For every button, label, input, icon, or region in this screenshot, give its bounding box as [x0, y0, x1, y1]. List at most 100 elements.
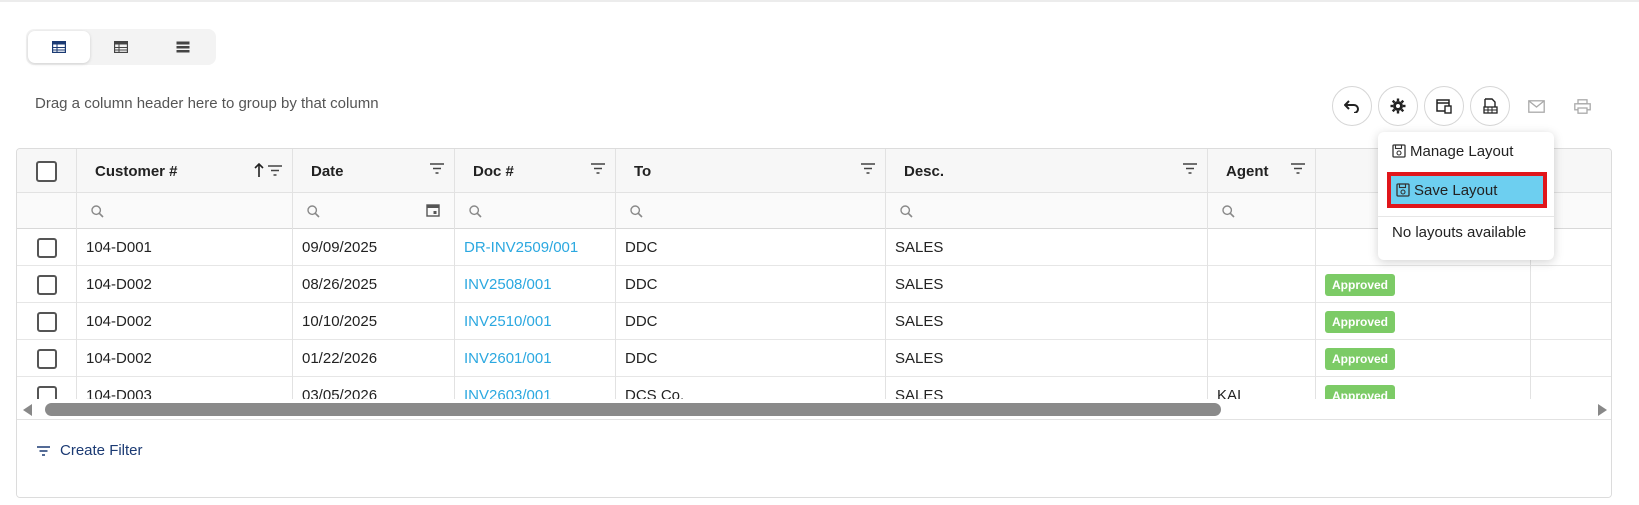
menu-divider: [1378, 216, 1554, 217]
filter-input-customer[interactable]: [77, 193, 293, 229]
undo-icon: [1344, 100, 1359, 113]
cell-doc-link[interactable]: DR-INV2509/001: [455, 229, 616, 266]
filter-input-desc[interactable]: [886, 193, 1208, 229]
cell-desc: SALES: [886, 266, 1208, 303]
column-header-to[interactable]: To: [616, 149, 886, 193]
filter-input-agent[interactable]: [1208, 193, 1316, 229]
select-all-checkbox[interactable]: [36, 160, 57, 182]
row-select-cell: [17, 266, 77, 303]
cell-to: DDC: [616, 340, 886, 377]
row-checkbox[interactable]: [36, 237, 57, 258]
scroll-left-arrow-icon[interactable]: [23, 404, 32, 416]
top-divider: [0, 0, 1639, 2]
filter-icon[interactable]: [430, 163, 444, 174]
cell-date: 01/22/2026: [293, 340, 455, 377]
search-icon: [900, 204, 913, 218]
cell-status: Approved: [1316, 266, 1531, 303]
column-header-label: Agent: [1226, 162, 1269, 180]
data-grid: Customer # Date Doc # To Desc. Agent 104…: [16, 148, 1612, 498]
manage-layout-label: Manage Layout: [1410, 142, 1514, 160]
cell-customer: 104-D001: [77, 229, 293, 266]
sort-ascending-icon: [254, 163, 264, 177]
column-header-agent[interactable]: Agent: [1208, 149, 1316, 193]
email-button[interactable]: [1516, 86, 1556, 126]
table-row[interactable]: 104-D001 09/09/2025 DR-INV2509/001 DDC S…: [17, 229, 1611, 266]
view-toggle-rows-button[interactable]: [152, 31, 214, 63]
cell-extra: [1531, 340, 1611, 377]
filter-icon[interactable]: [268, 164, 282, 176]
column-header-desc[interactable]: Desc.: [886, 149, 1208, 193]
row-checkbox[interactable]: [36, 348, 57, 369]
create-filter-button[interactable]: Create Filter: [37, 442, 143, 459]
email-icon: [1527, 99, 1545, 113]
save-layout-label: Save Layout: [1414, 181, 1498, 199]
column-header-doc[interactable]: Doc #: [455, 149, 616, 193]
manage-layout-item[interactable]: Manage Layout: [1392, 140, 1513, 162]
cell-agent: [1208, 229, 1316, 266]
table-row[interactable]: 104-D002 08/26/2025 INV2508/001 DDC SALE…: [17, 266, 1611, 303]
cell-doc-link[interactable]: INV2508/001: [455, 266, 616, 303]
cell-doc-link[interactable]: INV2601/001: [455, 340, 616, 377]
column-header-label: Date: [311, 162, 344, 180]
search-icon: [307, 204, 320, 218]
layout-menu: Manage Layout Save Layout No layouts ava…: [1378, 132, 1554, 260]
filter-input-date[interactable]: [293, 193, 455, 229]
filter-icon[interactable]: [1291, 163, 1305, 174]
filter-input-to[interactable]: [616, 193, 886, 229]
row-select-cell: [17, 340, 77, 377]
status-badge: Approved: [1325, 310, 1396, 333]
cell-agent: [1208, 303, 1316, 340]
scroll-right-arrow-icon[interactable]: [1598, 404, 1607, 416]
cell-doc-link[interactable]: INV2510/001: [455, 303, 616, 340]
row-select-cell: [17, 303, 77, 340]
horizontal-scrollbar[interactable]: [17, 399, 1611, 421]
grid-toolbar: [1332, 86, 1602, 126]
column-chooser-icon: [1436, 98, 1452, 114]
cell-date: 10/10/2025: [293, 303, 455, 340]
row-select-cell: [17, 229, 77, 266]
scrollbar-thumb[interactable]: [45, 403, 1221, 416]
cell-desc: SALES: [886, 229, 1208, 266]
status-badge: Approved: [1325, 273, 1396, 296]
settings-button[interactable]: [1378, 86, 1418, 126]
export-excel-button[interactable]: [1470, 86, 1510, 126]
filter-icon[interactable]: [861, 163, 875, 174]
row-checkbox[interactable]: [36, 274, 57, 295]
column-chooser-button[interactable]: [1424, 86, 1464, 126]
filter-icon[interactable]: [591, 163, 605, 174]
cell-desc: SALES: [886, 303, 1208, 340]
filter-icon[interactable]: [1183, 163, 1197, 174]
column-header-date[interactable]: Date: [293, 149, 455, 193]
table-row[interactable]: 104-D002 01/22/2026 INV2601/001 DDC SALE…: [17, 340, 1611, 377]
filter-input-doc[interactable]: [455, 193, 616, 229]
cell-date: 09/09/2025: [293, 229, 455, 266]
table-row[interactable]: 104-D002 10/10/2025 INV2510/001 DDC SALE…: [17, 303, 1611, 340]
export-excel-icon: [1483, 98, 1498, 114]
table-rows-icon: [176, 41, 190, 53]
search-icon: [91, 204, 104, 218]
grid-header-row: Customer # Date Doc # To Desc. Agent: [17, 149, 1611, 193]
calendar-icon[interactable]: [426, 203, 440, 217]
table-grid-icon: [52, 41, 66, 53]
cell-extra: [1531, 303, 1611, 340]
cell-desc: SALES: [886, 340, 1208, 377]
cell-customer: 104-D002: [77, 340, 293, 377]
print-button[interactable]: [1562, 86, 1602, 126]
cell-extra: [1531, 266, 1611, 303]
cell-agent: [1208, 340, 1316, 377]
select-all-cell: [17, 149, 77, 193]
save-layout-item[interactable]: Save Layout: [1387, 172, 1547, 208]
column-header-customer[interactable]: Customer #: [77, 149, 293, 193]
row-checkbox[interactable]: [36, 311, 57, 332]
cell-customer: 104-D002: [77, 266, 293, 303]
view-toggle-grid-button[interactable]: [28, 31, 90, 63]
cell-to: DDC: [616, 303, 886, 340]
view-toggle-compact-button[interactable]: [90, 31, 152, 63]
filter-icon: [37, 445, 50, 456]
print-icon: [1573, 98, 1591, 114]
undo-button[interactable]: [1332, 86, 1372, 126]
group-panel-hint: Drag a column header here to group by th…: [35, 95, 379, 112]
grid-filter-row: [17, 193, 1611, 229]
table-compact-icon: [114, 41, 128, 53]
search-icon: [1222, 204, 1235, 218]
